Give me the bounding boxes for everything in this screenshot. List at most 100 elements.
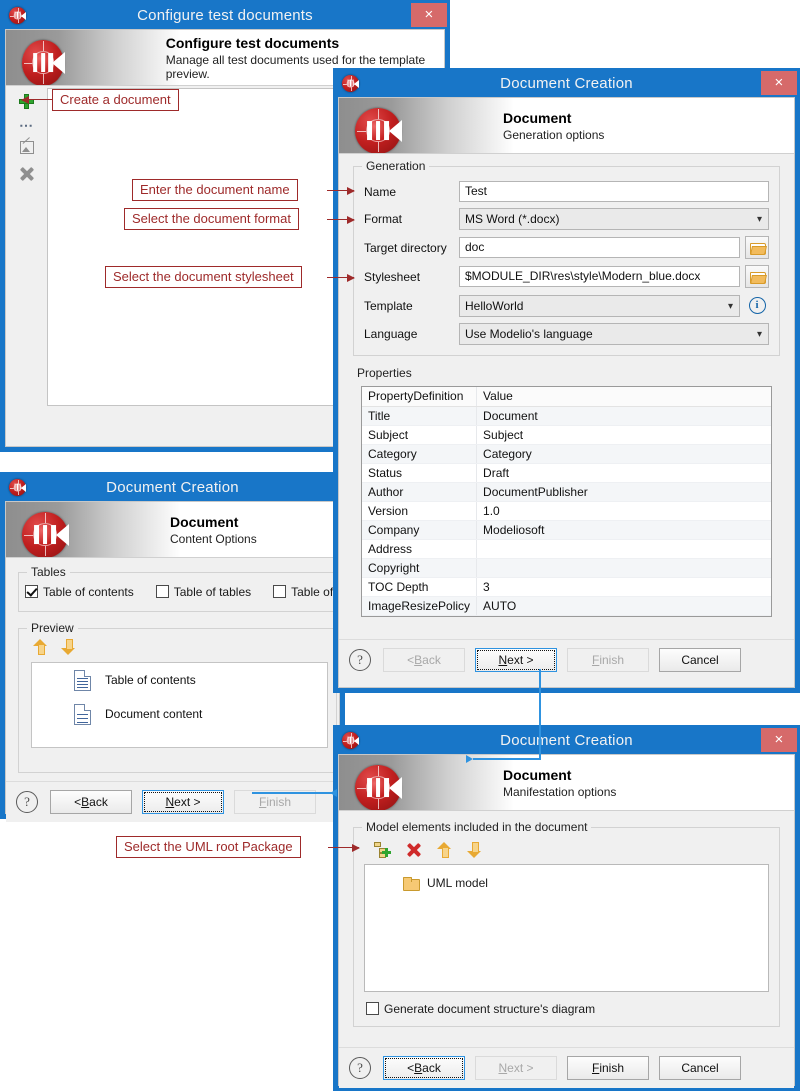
property-name-cell[interactable]: TOC Depth [362,577,478,597]
checkbox-box[interactable] [366,1002,379,1015]
help-icon[interactable]: ? [349,648,371,671]
model-elements-tree[interactable]: UML model [364,864,769,992]
annotation-arrow-select-document-stylesheet [327,273,355,282]
property-name-cell[interactable]: Company [362,520,478,540]
template-select[interactable]: HelloWorld ▾ [459,294,740,317]
move-up-icon[interactable] [33,639,47,655]
group-generation: Generation Name Test Format MS Word (*.d… [353,159,780,356]
table-row[interactable]: Status Draft [362,463,771,483]
table-row[interactable]: TOC Depth 3 [362,577,771,597]
table-row[interactable]: Company Modeliosoft [362,520,771,540]
header-subtitle: Content Options [170,531,257,546]
field-stylesheet: Stylesheet $MODULE_DIR\res\style\Modern_… [364,265,769,288]
document-icon [74,703,91,725]
property-name-cell[interactable]: Address [362,539,478,559]
table-row[interactable]: Version 1.0 [362,501,771,521]
property-value-cell[interactable]: Modeliosoft [476,520,771,540]
property-name-cell[interactable]: Title [362,406,478,426]
add-model-element-icon[interactable] [374,842,391,858]
properties-table[interactable]: PropertyDefinition Value Title Document Subj… [362,387,771,616]
browse-target-directory-button[interactable] [745,236,769,259]
list-item[interactable]: Document content [32,697,327,731]
property-value-cell[interactable]: 3 [476,577,771,597]
checkbox-generate-diagram[interactable]: Generate document structure's diagram [366,1002,595,1016]
template-label: Template [364,298,413,313]
name-input[interactable]: Test [459,181,769,202]
format-select[interactable]: MS Word (*.docx) ▾ [459,208,769,230]
header-subtitle: Manage all test documents used for the t… [165,52,426,81]
manifestation-header-band: Document Manifestation options [339,755,794,811]
property-name-cell[interactable]: Category [362,444,478,464]
modelio-logo-icon [9,479,26,496]
window-title-text: Document Creation [500,731,633,749]
table-row[interactable]: Title Document [362,406,771,426]
property-value-cell[interactable] [476,539,771,559]
table-row[interactable]: Author DocumentPublisher [362,482,771,502]
property-value-cell[interactable]: DocumentPublisher [476,482,771,502]
browse-stylesheet-button[interactable] [745,265,769,288]
flow-connector-content-next-h [252,792,334,794]
property-value-cell[interactable]: Document [476,406,771,426]
list-item[interactable]: Table of contents [32,663,327,697]
table-row[interactable]: Subject Subject [362,425,771,445]
property-name-cell[interactable]: Copyright [362,558,478,578]
property-name-cell[interactable]: Subject [362,425,478,445]
finish-button[interactable]: Finish [567,1056,649,1080]
close-icon[interactable]: × [761,71,797,95]
titlebar-content: Document Creation [1,473,344,501]
table-row[interactable]: Copyright [362,558,771,578]
checkbox-box[interactable] [273,585,287,598]
checkbox-box[interactable] [155,585,169,598]
header-title: Document [503,766,572,783]
property-value-cell[interactable]: Draft [476,463,771,483]
property-value-cell[interactable]: Subject [476,425,771,445]
property-value-cell[interactable]: Category [476,444,771,464]
modelio-logo-large-icon [355,764,401,810]
flow-connector-generation-to-manifestation-v [539,669,541,760]
content-header-band: Document Content Options [6,502,339,558]
move-down-icon[interactable] [61,639,75,655]
move-up-icon[interactable] [437,842,451,858]
stylesheet-input[interactable]: $MODULE_DIR\res\style\Modern_blue.docx [459,266,740,287]
edit-document-icon[interactable] [19,137,34,154]
table-row[interactable]: Category Category [362,444,771,464]
window-title-text: Configure test documents [137,6,313,24]
folder-open-icon [749,271,766,284]
language-value: Use Modelio's language [465,327,593,341]
property-value-cell[interactable]: AUTO [476,596,771,616]
back-button[interactable]: < Back [383,1056,465,1080]
help-icon[interactable]: ? [349,1057,371,1079]
next-button: Next > [475,1056,557,1080]
property-value-cell[interactable]: 1.0 [476,501,771,521]
cancel-button[interactable]: Cancel [659,647,741,672]
preview-list[interactable]: Table of contents Document content [31,662,328,748]
cancel-button[interactable]: Cancel [659,1056,741,1080]
language-select[interactable]: Use Modelio's language ▾ [459,323,769,345]
property-name-cell[interactable]: Version [362,501,478,521]
next-button[interactable]: Next > [142,790,224,814]
property-value-cell[interactable] [476,558,771,578]
checkbox-box[interactable] [25,585,38,598]
help-icon[interactable]: ? [16,791,38,813]
template-info-button[interactable]: i [745,294,769,317]
group-preview-label: Preview [27,621,78,635]
modelio-logo-large-icon [355,107,401,153]
property-name-cell[interactable]: Status [362,463,478,483]
property-name-cell[interactable]: Author [362,482,478,502]
close-icon[interactable]: × [761,728,797,752]
table-row[interactable]: ImageResizePolicy AUTO [362,596,771,616]
next-button[interactable]: Next > [475,647,557,672]
properties-table-wrap[interactable]: PropertyDefinition Value Title Document Subj… [361,386,772,617]
move-down-icon[interactable] [467,842,481,858]
table-row[interactable]: Address [362,539,771,559]
content-body: Document Content Options Tables Table of… [5,501,373,822]
back-button[interactable]: < Back [50,790,132,814]
tree-item[interactable]: UML model [365,873,768,893]
property-name-cell[interactable]: ImageResizePolicy [362,596,478,616]
target-directory-input[interactable]: doc [459,237,740,258]
checkbox-table-of-tables[interactable]: Table of tables [155,585,251,599]
remove-model-element-icon[interactable] [407,843,421,857]
more-options-icon[interactable]: ⋯ [19,118,34,132]
close-icon[interactable]: × [411,3,447,27]
checkbox-table-of-contents[interactable]: Table of contents [25,585,134,599]
